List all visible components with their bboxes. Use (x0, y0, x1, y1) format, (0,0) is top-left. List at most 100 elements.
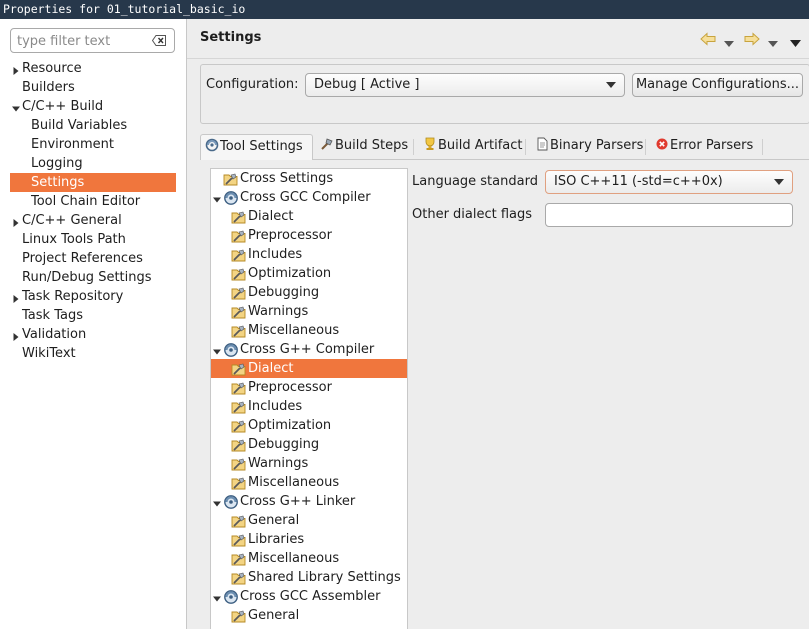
tool-tree-category[interactable]: Cross GCC Compiler (211, 188, 407, 207)
tool-tree-category[interactable]: Cross G++ Linker (211, 492, 407, 511)
tab-label: Build Steps (335, 138, 409, 153)
tool-tree-item[interactable]: Dialect (211, 207, 407, 226)
tool-tree-label: Dialect (248, 209, 294, 224)
nav-item[interactable]: Linux Tools Path (10, 230, 176, 249)
tool-tree-item[interactable]: General (211, 511, 407, 530)
nav-item[interactable]: Settings (10, 173, 176, 192)
tool-tree-item[interactable]: Debugging (211, 435, 407, 454)
back-arrow-icon[interactable] (700, 32, 716, 50)
tool-tree-label: Dialect (248, 361, 294, 376)
language-standard-combo[interactable]: ISO C++11 (-std=c++0x) (545, 170, 793, 194)
tab-tool-settings[interactable]: Tool Settings (200, 134, 313, 160)
option-category-icon (231, 570, 247, 586)
tool-tree-item[interactable]: Warnings (211, 302, 407, 321)
nav-item-label: WikiText (22, 346, 76, 361)
nav-item[interactable]: Environment (10, 135, 176, 154)
nav-item-label: Settings (31, 175, 85, 190)
tool-tree-label: Cross Settings (240, 171, 334, 186)
nav-item[interactable]: C/C++ General (10, 211, 176, 230)
nav-item[interactable]: Validation (10, 325, 176, 344)
nav-item-label: Build Variables (31, 118, 128, 133)
tool-icon (223, 342, 239, 358)
tool-tree-item[interactable]: Debugging (211, 283, 407, 302)
tab-build-steps[interactable]: Build Steps (316, 134, 412, 160)
tool-tree-category[interactable]: Cross GCC Assembler (211, 587, 407, 606)
nav-item[interactable]: Task Repository (10, 287, 176, 306)
filter-input[interactable] (17, 32, 145, 50)
tool-tree-category[interactable]: Cross G++ Compiler (211, 340, 407, 359)
tool-tree-item[interactable]: Miscellaneous (211, 321, 407, 340)
tool-icon (223, 190, 239, 206)
tool-tree-item[interactable]: Shared Library Settings (211, 568, 407, 587)
configuration-combo[interactable]: Debug [ Active ] (305, 73, 625, 97)
tool-tree-label: Debugging (248, 285, 320, 300)
language-standard-value: ISO C++11 (-std=c++0x) (554, 174, 723, 189)
tool-tree-label: Libraries (248, 532, 305, 547)
configuration-value: Debug [ Active ] (314, 77, 420, 92)
nav-item-label: Run/Debug Settings (22, 270, 152, 285)
language-standard-label: Language standard (412, 174, 538, 189)
nav-item[interactable]: Tool Chain Editor (10, 192, 176, 211)
tab-build-artifact[interactable]: Build Artifact (419, 134, 524, 160)
tool-tree-item[interactable]: Includes (211, 245, 407, 264)
option-category-icon (231, 418, 247, 434)
tool-tree-label: Cross GCC Compiler (240, 190, 371, 205)
tool-tree-label: Preprocessor (248, 228, 332, 243)
nav-item[interactable]: WikiText (10, 344, 176, 363)
page-title: Settings (200, 30, 262, 45)
configuration-label: Configuration: (206, 77, 299, 92)
option-category-icon (231, 399, 247, 415)
tool-tree-item[interactable]: Optimization (211, 264, 407, 283)
nav-item-label: Resource (22, 61, 82, 76)
nav-item[interactable]: Resource (10, 59, 176, 78)
tool-icon (223, 589, 239, 605)
nav-item-label: C/C++ Build (22, 99, 104, 114)
error-parsers-icon (655, 138, 670, 153)
tool-tree-item[interactable]: Miscellaneous (211, 473, 407, 492)
tool-tree-item[interactable]: Preprocessor (211, 226, 407, 245)
tool-tree-label: Cross GCC Assembler (240, 589, 381, 604)
tool-tree-label: Cross G++ Linker (240, 494, 356, 509)
tool-tree-item[interactable]: Dialect (211, 359, 407, 378)
nav-item[interactable]: Run/Debug Settings (10, 268, 176, 287)
forward-arrow-icon[interactable] (744, 32, 760, 50)
manage-configurations-button[interactable]: Manage Configurations... (632, 73, 803, 97)
nav-item-label: C/C++ General (22, 213, 122, 228)
tab-binary-parsers[interactable]: Binary Parsers (531, 134, 644, 160)
nav-item[interactable]: Task Tags (10, 306, 176, 325)
dropdown-icon[interactable] (768, 36, 778, 51)
left-pane: Resource Builders C/C++ Build Build Variabl… (0, 19, 187, 629)
tool-tree-item[interactable]: Libraries (211, 530, 407, 549)
build-artifact-icon (423, 137, 438, 153)
tool-tree-item[interactable]: Includes (211, 397, 407, 416)
option-category-icon (231, 475, 247, 491)
tab-error-parsers[interactable]: Error Parsers (651, 134, 761, 160)
view-menu-icon[interactable] (790, 36, 801, 51)
dropdown-icon[interactable] (724, 36, 734, 51)
tool-tree-item[interactable]: Preprocessor (211, 378, 407, 397)
option-category-icon (231, 285, 247, 301)
nav-item[interactable]: Project References (10, 249, 176, 268)
tool-tree-item[interactable]: Warnings (211, 454, 407, 473)
option-category-icon (231, 247, 247, 263)
clear-icon[interactable] (152, 35, 166, 46)
tab-label: Build Artifact (438, 138, 523, 153)
tool-tree-item[interactable]: Cross Settings (211, 169, 407, 188)
tool-tree-item[interactable]: Miscellaneous (211, 549, 407, 568)
other-dialect-flags-input[interactable] (545, 203, 793, 227)
nav-item-label: Project References (22, 251, 143, 266)
option-category-icon (231, 532, 247, 548)
tool-tree-item[interactable]: Optimization (211, 416, 407, 435)
option-category-icon (231, 380, 247, 396)
tool-tree-label: Shared Library Settings (248, 570, 401, 585)
nav-item[interactable]: Builders (10, 78, 176, 97)
tool-settings-tree: Cross Settings Cross GCC Compiler Dialect P… (210, 168, 408, 629)
nav-item-label: Tool Chain Editor (31, 194, 141, 209)
nav-item[interactable]: C/C++ Build (10, 97, 176, 116)
tool-tree-label: Includes (248, 247, 303, 262)
binary-parsers-icon (535, 137, 550, 153)
tool-tree-item[interactable]: General (211, 606, 407, 625)
nav-item[interactable]: Build Variables (10, 116, 176, 135)
nav-item[interactable]: Logging (10, 154, 176, 173)
tab-label: Error Parsers (670, 138, 754, 153)
